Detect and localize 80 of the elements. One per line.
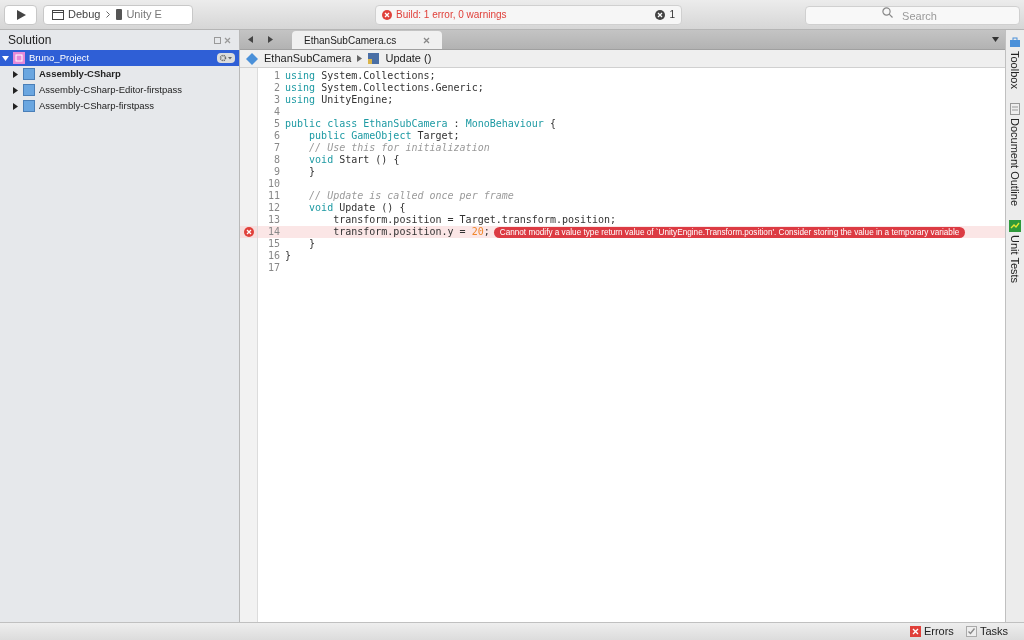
code-line: public GameObject Target;: [308, 130, 460, 142]
dropdown-icon[interactable]: [992, 37, 999, 42]
code-line: transform.position = Target.transform.position;: [332, 214, 617, 226]
configuration-selector[interactable]: Debug Unity E: [43, 4, 193, 25]
chevron-icon: [106, 11, 111, 18]
breadcrumb-item[interactable]: Update (): [385, 50, 432, 67]
breadcrumb-item[interactable]: EthanSubCamera: [264, 50, 352, 67]
code-line: using UnityEngine;: [285, 94, 394, 106]
project-icon: [23, 68, 35, 80]
line-number: 10: [266, 178, 281, 190]
line-number: 3: [272, 94, 281, 106]
side-pad-tab[interactable]: Document Outline: [1006, 117, 1024, 206]
code-line: }: [285, 250, 292, 262]
line-number: 8: [272, 154, 281, 166]
line-number: 13: [266, 214, 281, 226]
tree-item[interactable]: Bruno_Project: [0, 50, 239, 66]
tree-item-label: Bruno_Project: [29, 50, 90, 65]
forward-arrow-icon: [267, 35, 273, 43]
document-icon: [1009, 102, 1021, 115]
code-line: void Update () {: [308, 202, 406, 214]
close-icon[interactable]: [423, 36, 430, 44]
line-number: 5: [272, 118, 281, 130]
toolbox-icon: [1009, 36, 1021, 48]
editor-tab[interactable]: EthanSubCamera.cs: [292, 31, 442, 49]
code-line: transform.position.y = 20;: [332, 226, 490, 238]
line-number: 16: [266, 250, 281, 262]
panel-title: Solution: [8, 32, 53, 49]
tree-item[interactable]: Assembly-CSharp-firstpass: [0, 98, 239, 114]
tree-item-label: Assembly-CSharp-Editor-firstpass: [39, 82, 183, 97]
code-line: public class EthanSubCamera : MonoBehaviour {: [285, 118, 556, 130]
code-line: using System.Collections;: [285, 70, 436, 82]
status-button[interactable]: Tasks: [965, 623, 1008, 640]
tree-item[interactable]: Assembly-CSharp-Editor-firstpass: [0, 82, 239, 98]
code-line: // Update is called once per frame: [308, 190, 514, 202]
line-number: 17: [266, 262, 281, 274]
phone-icon: [116, 9, 123, 20]
tree-item-label: Assembly-CSharp-firstpass: [39, 98, 155, 113]
side-pad-tab[interactable]: Toolbox: [1006, 51, 1024, 89]
search-field[interactable]: Search: [805, 6, 1020, 25]
tree-item[interactable]: Assembly-CSharp: [0, 66, 239, 82]
gear-menu-icon[interactable]: [217, 53, 235, 63]
window-icon: [52, 9, 64, 20]
code-line: // Use this for initialization: [308, 142, 490, 154]
search-icon: [882, 6, 893, 18]
code-line: }: [308, 166, 316, 178]
line-number: 11: [266, 190, 281, 202]
error-count: 1: [669, 8, 675, 22]
status-button[interactable]: Errors: [909, 623, 954, 640]
code-line: }: [308, 238, 316, 250]
configuration-label: Debug: [68, 7, 101, 23]
separator-icon: [357, 55, 363, 62]
side-pad-tab[interactable]: Unit Tests: [1006, 234, 1024, 284]
error-icon: [909, 626, 921, 637]
run-button[interactable]: [4, 4, 37, 25]
back-arrow-icon: [247, 35, 253, 43]
line-number: 12: [266, 202, 281, 214]
line-number: 4: [272, 106, 281, 118]
class-icon: [246, 52, 258, 65]
project-icon: [23, 84, 35, 96]
line-number: 2: [272, 82, 281, 94]
line-number: 7: [272, 142, 281, 154]
line-number: 6: [272, 130, 281, 142]
tree-item-label: Assembly-CSharp: [39, 66, 121, 81]
error-message: Cannot modify a value type return value of `UnityEngine.Transform.position'. Consider storing the value in a temporary variable: [493, 226, 966, 238]
play-icon: [14, 8, 27, 21]
build-status-text: Build: 1 error, 0 warnings: [396, 8, 508, 22]
line-number: 14: [266, 226, 281, 238]
line-number: 1: [272, 70, 281, 82]
error-icon: [382, 9, 392, 20]
project-icon: [23, 100, 35, 112]
method-icon: [368, 53, 380, 64]
code-line: void Start () {: [308, 154, 400, 166]
code-line: using System.Collections.Generic;: [285, 82, 484, 94]
checkbox-icon: [965, 626, 977, 637]
line-number: 9: [272, 166, 281, 178]
target-label: Unity E: [126, 7, 162, 23]
chart-icon: [1009, 219, 1021, 232]
line-number: 15: [266, 238, 281, 250]
error-icon: [655, 9, 666, 20]
solution-icon: [13, 52, 25, 64]
